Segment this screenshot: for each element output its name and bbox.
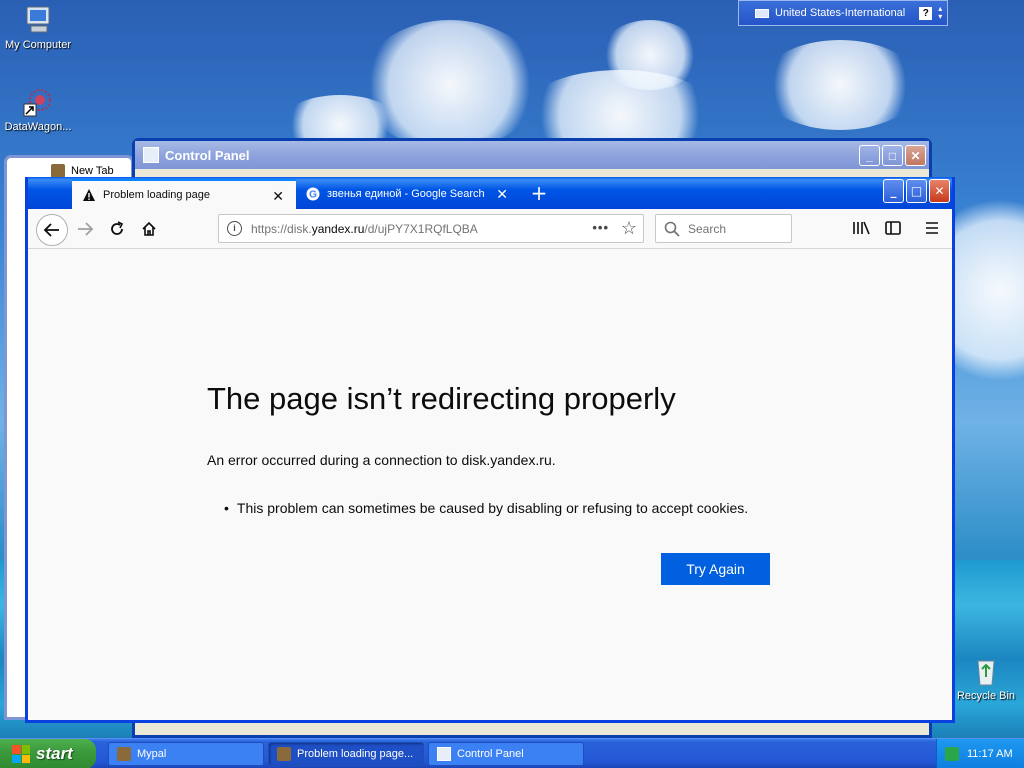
taskbar: start Mypal Problem loading page... Cont… xyxy=(0,738,1024,768)
navigation-toolbar: i https://disk.yandex.ru/d/ujPY7X1RQfLQB… xyxy=(28,209,952,249)
back-button[interactable] xyxy=(36,214,68,246)
desktop-icon-my-computer[interactable]: My Computer xyxy=(0,4,76,51)
control-panel-title: Control Panel xyxy=(165,147,250,163)
close-button[interactable]: ✕ xyxy=(905,145,926,166)
cloud xyxy=(600,20,700,90)
help-icon[interactable]: ? xyxy=(919,6,933,20)
maximize-button[interactable]: □ xyxy=(882,145,903,166)
error-bullet: • This problem can sometimes be caused b… xyxy=(224,500,748,516)
library-icon xyxy=(853,221,870,235)
svg-text:G: G xyxy=(309,190,317,201)
tab-google-search[interactable]: G звенья единой - Google Search ✕ xyxy=(296,179,520,209)
search-icon xyxy=(664,221,680,237)
mypal-icon xyxy=(277,747,291,761)
mypal-icon xyxy=(51,164,65,178)
error-title: The page isn’t redirecting properly xyxy=(207,381,676,416)
tab-problem-loading[interactable]: Problem loading page ✕ xyxy=(72,179,296,209)
system-tray: 11:17 AM xyxy=(936,739,1024,768)
taskbar-item-mypal[interactable]: Mypal xyxy=(108,742,264,766)
keyboard-icon xyxy=(755,8,769,18)
tab-label: звенья единой - Google Search xyxy=(327,188,485,200)
page-actions-icon[interactable]: ••• xyxy=(592,220,609,235)
tab-close-icon[interactable]: ✕ xyxy=(272,188,284,205)
sidebar-icon xyxy=(885,221,901,235)
hamburger-menu-icon xyxy=(926,222,938,234)
desktop-icon-recycle-bin[interactable]: Recycle Bin xyxy=(948,655,1024,702)
error-description: An error occurred during a connection to… xyxy=(207,452,556,468)
mypal-icon xyxy=(117,747,131,761)
taskbar-item-label: Mypal xyxy=(137,748,167,760)
url-text[interactable]: https://disk.yandex.ru/d/ujPY7X1RQfLQBA xyxy=(251,222,478,236)
taskbar-item-problem-loading[interactable]: Problem loading page... xyxy=(268,742,424,766)
new-tab-label: New Tab xyxy=(71,165,114,177)
desktop-icon-label: Recycle Bin xyxy=(956,690,1016,702)
reload-icon xyxy=(111,221,124,235)
url-bar[interactable]: i https://disk.yandex.ru/d/ujPY7X1RQfLQB… xyxy=(218,214,644,243)
back-arrow-icon xyxy=(43,223,59,237)
new-tab-button[interactable]: + xyxy=(528,181,550,205)
minimize-button[interactable]: _ xyxy=(859,145,880,166)
windows-logo-icon xyxy=(12,745,30,763)
desktop-icon-label: My Computer xyxy=(4,39,72,51)
search-bar[interactable]: Search xyxy=(655,214,792,243)
taskbar-item-label: Problem loading page... xyxy=(297,748,414,760)
network-icon[interactable] xyxy=(945,747,959,761)
info-icon[interactable]: i xyxy=(227,221,242,236)
computer-icon xyxy=(22,4,54,36)
desktop-icon-datawagon[interactable]: DataWagon... xyxy=(0,86,76,133)
maximize-button[interactable]: □ xyxy=(906,179,927,203)
minimize-button[interactable]: _ xyxy=(883,179,904,203)
bullet-icon: • xyxy=(224,500,229,516)
control-panel-icon xyxy=(437,747,451,761)
reload-button[interactable] xyxy=(104,216,130,242)
desktop-icon-label: DataWagon... xyxy=(4,121,72,133)
try-again-button[interactable]: Try Again xyxy=(661,553,770,585)
forward-button[interactable] xyxy=(72,216,98,242)
menu-button[interactable] xyxy=(922,218,942,238)
google-icon: G xyxy=(306,187,320,201)
tab-close-icon[interactable]: ✕ xyxy=(496,186,508,203)
page-content: The page isn’t redirecting properly An e… xyxy=(28,250,952,720)
taskbar-item-label: Control Panel xyxy=(457,748,524,760)
library-button[interactable] xyxy=(851,218,871,238)
language-bar-options-icon[interactable]: ▴ ▾ xyxy=(938,5,942,21)
cloud xyxy=(760,40,920,130)
language-label: United States-International xyxy=(775,7,906,19)
home-icon xyxy=(142,221,156,236)
bookmark-star-icon[interactable]: ☆ xyxy=(621,218,637,239)
clock[interactable]: 11:17 AM xyxy=(967,748,1013,760)
tab-label: Problem loading page xyxy=(103,189,211,201)
language-bar[interactable]: United States-International ? ▴ ▾ xyxy=(738,0,948,26)
start-button[interactable]: start xyxy=(0,739,96,768)
browser-window[interactable]: Problem loading page ✕ G звенья единой -… xyxy=(25,177,955,723)
home-button[interactable] xyxy=(136,216,162,242)
taskbar-item-control-panel[interactable]: Control Panel xyxy=(428,742,584,766)
close-button[interactable]: ✕ xyxy=(929,179,950,203)
datawagon-icon xyxy=(22,86,54,118)
error-bullet-text: This problem can sometimes be caused by … xyxy=(236,500,749,516)
search-placeholder: Search xyxy=(688,221,727,236)
control-panel-titlebar[interactable]: Control Panel _ □ ✕ xyxy=(135,141,929,169)
sidebar-button[interactable] xyxy=(883,218,903,238)
browser-titlebar[interactable]: Problem loading page ✕ G звенья единой -… xyxy=(28,177,952,209)
start-label: start xyxy=(36,744,73,763)
recycle-bin-icon xyxy=(970,655,1002,687)
control-panel-icon xyxy=(143,147,159,163)
warning-icon xyxy=(82,188,96,202)
forward-arrow-icon xyxy=(78,222,94,236)
